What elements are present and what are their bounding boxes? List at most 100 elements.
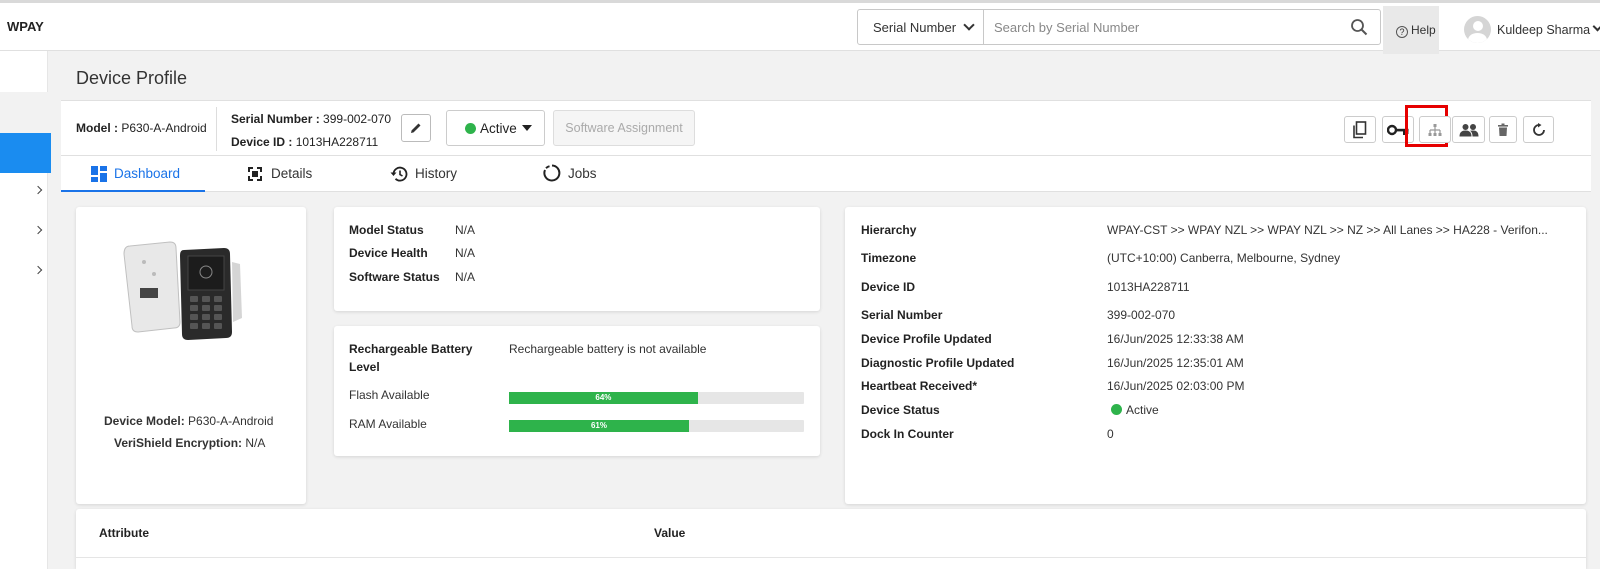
attribute-table: Attribute Value bbox=[76, 509, 1586, 569]
chevron-right-icon[interactable] bbox=[33, 265, 43, 275]
avatar bbox=[1464, 16, 1491, 43]
dock-in-counter-label: Dock In Counter bbox=[861, 427, 954, 441]
status-dropdown[interactable]: Active bbox=[446, 110, 545, 146]
history-icon bbox=[390, 166, 408, 182]
model-value: P630-A-Android bbox=[121, 121, 207, 135]
sidebar-spacer bbox=[0, 92, 48, 133]
flash-progress-bar: 64% bbox=[509, 392, 804, 404]
edit-button[interactable] bbox=[401, 114, 431, 142]
device-status-text: Active bbox=[1126, 403, 1159, 417]
chevron-right-icon[interactable] bbox=[33, 185, 43, 195]
serial-label: Serial Number : bbox=[231, 112, 320, 126]
tab-jobs[interactable]: Jobs bbox=[541, 156, 621, 192]
help-button[interactable]: ? Help bbox=[1383, 6, 1439, 54]
top-bar: WPAY Serial Number ?Help Kuldeep Sharma bbox=[0, 0, 1600, 54]
device-id-label: Device ID bbox=[861, 280, 916, 294]
tab-label: History bbox=[415, 166, 458, 181]
heartbeat-received-value: 16/Jun/2025 02:03:00 PM bbox=[1107, 379, 1245, 393]
tab-details[interactable]: Details bbox=[241, 156, 331, 192]
trash-icon bbox=[1498, 123, 1508, 136]
help-icon: ? bbox=[1396, 26, 1408, 38]
dock-in-counter-value: 0 bbox=[1107, 427, 1114, 441]
dashboard-icon bbox=[91, 166, 107, 182]
hierarchy-label: Hierarchy bbox=[861, 223, 917, 237]
refresh-icon bbox=[1532, 122, 1545, 136]
device-id-label: Device ID : bbox=[231, 135, 293, 149]
model-label: Model : bbox=[76, 121, 118, 135]
tab-label: Jobs bbox=[568, 166, 597, 181]
timezone-value: (UTC+10:00) Canberra, Melbourne, Sydney bbox=[1107, 251, 1341, 265]
device-info-card: Hierarchy WPAY-CST >> WPAY NZL >> WPAY N… bbox=[845, 207, 1586, 504]
device-health-label: Device Health bbox=[349, 246, 428, 260]
copy-icon bbox=[1353, 120, 1367, 138]
device-model-value: P630-A-Android bbox=[188, 414, 274, 428]
diagnostic-profile-updated-value: 16/Jun/2025 12:35:01 AM bbox=[1107, 356, 1244, 370]
hierarchy-icon bbox=[1428, 123, 1442, 136]
device-toolbar: Model : P630-A-Android Serial Number : 3… bbox=[61, 100, 1591, 156]
battery-label: Rechargeable Battery bbox=[349, 342, 473, 356]
ram-label: RAM Available bbox=[349, 417, 427, 431]
divider bbox=[76, 557, 1586, 558]
profile-tabs: Dashboard Details History Jobs bbox=[61, 156, 1591, 192]
caret-down-icon bbox=[521, 125, 532, 131]
serial-number-value: 399-002-070 bbox=[1107, 308, 1176, 322]
tab-history[interactable]: History bbox=[388, 156, 478, 192]
search-bar: Serial Number bbox=[857, 9, 1381, 45]
encryption-value: N/A bbox=[245, 436, 266, 450]
device-status-value: Active bbox=[1111, 403, 1159, 417]
model-status-label: Model Status bbox=[349, 223, 424, 237]
encryption-label: VeriShield Encryption: bbox=[114, 436, 243, 450]
status-dot-icon bbox=[465, 123, 476, 134]
hierarchy-value: WPAY-CST >> WPAY NZL >> WPAY NZL >> NZ >… bbox=[1107, 223, 1548, 237]
page-title: Device Profile bbox=[76, 68, 188, 88]
device-id-value: 1013HA228711 bbox=[1107, 280, 1190, 294]
tab-dashboard[interactable]: Dashboard bbox=[61, 156, 205, 192]
chevron-right-icon[interactable] bbox=[33, 225, 43, 235]
device-id-value: 1013HA228711 bbox=[295, 135, 379, 149]
brand-logo[interactable]: WPAY bbox=[7, 19, 44, 34]
search-input[interactable] bbox=[985, 10, 1335, 44]
flash-label: Flash Available bbox=[349, 388, 430, 402]
device-model-line: Device Model: P630-A-Android bbox=[104, 414, 273, 428]
search-type-label: Serial Number bbox=[873, 20, 957, 35]
battery-label-line2: Level bbox=[349, 360, 380, 374]
sidebar-item-active[interactable] bbox=[0, 133, 51, 173]
refresh-button[interactable] bbox=[1523, 116, 1554, 143]
hierarchy-button[interactable] bbox=[1419, 116, 1451, 143]
diagnostic-profile-updated-label: Diagnostic Profile Updated bbox=[861, 356, 1015, 370]
divider bbox=[216, 107, 217, 151]
model-status-value: N/A bbox=[455, 223, 476, 237]
chevron-down-icon bbox=[1592, 21, 1600, 32]
delete-button[interactable] bbox=[1489, 116, 1517, 143]
column-header-attribute: Attribute bbox=[99, 526, 149, 540]
status-card: Model Status N/A Device Health N/A Softw… bbox=[334, 207, 820, 311]
status-dot-icon bbox=[1111, 404, 1122, 415]
users-icon bbox=[1459, 123, 1478, 136]
search-icon[interactable] bbox=[1350, 18, 1368, 36]
software-status-label: Software Status bbox=[349, 270, 440, 284]
encryption-line: VeriShield Encryption: N/A bbox=[114, 436, 265, 450]
search-type-select[interactable]: Serial Number bbox=[858, 10, 984, 44]
software-assignment-button[interactable]: Software Assignment bbox=[553, 110, 695, 146]
users-button[interactable] bbox=[1452, 116, 1485, 143]
device-health-value: N/A bbox=[455, 246, 476, 260]
flash-progress-fill: 64% bbox=[509, 392, 698, 404]
serial-info: Serial Number : 399-002-070 bbox=[231, 112, 391, 126]
serial-value: 399-002-070 bbox=[323, 112, 392, 126]
chevron-down-icon bbox=[963, 19, 975, 31]
device-card: Device Model: P630-A-Android VeriShield … bbox=[76, 207, 306, 504]
column-header-value: Value bbox=[654, 526, 686, 540]
device-id-info: Device ID : 1013HA228711 bbox=[231, 135, 378, 149]
resources-card: Rechargeable Battery Level Rechargeable … bbox=[334, 326, 820, 456]
pencil-icon bbox=[411, 123, 421, 133]
copy-button[interactable] bbox=[1344, 116, 1376, 143]
ram-progress-bar: 61% bbox=[509, 420, 804, 432]
battery-value: Rechargeable battery is not available bbox=[509, 342, 707, 356]
help-label: Help bbox=[1411, 23, 1436, 37]
sidebar bbox=[0, 51, 51, 569]
jobs-icon bbox=[543, 164, 561, 182]
ram-progress-fill: 61% bbox=[509, 420, 689, 432]
device-profile-updated-label: Device Profile Updated bbox=[861, 332, 992, 346]
timezone-label: Timezone bbox=[861, 251, 917, 265]
serial-number-label: Serial Number bbox=[861, 308, 943, 322]
